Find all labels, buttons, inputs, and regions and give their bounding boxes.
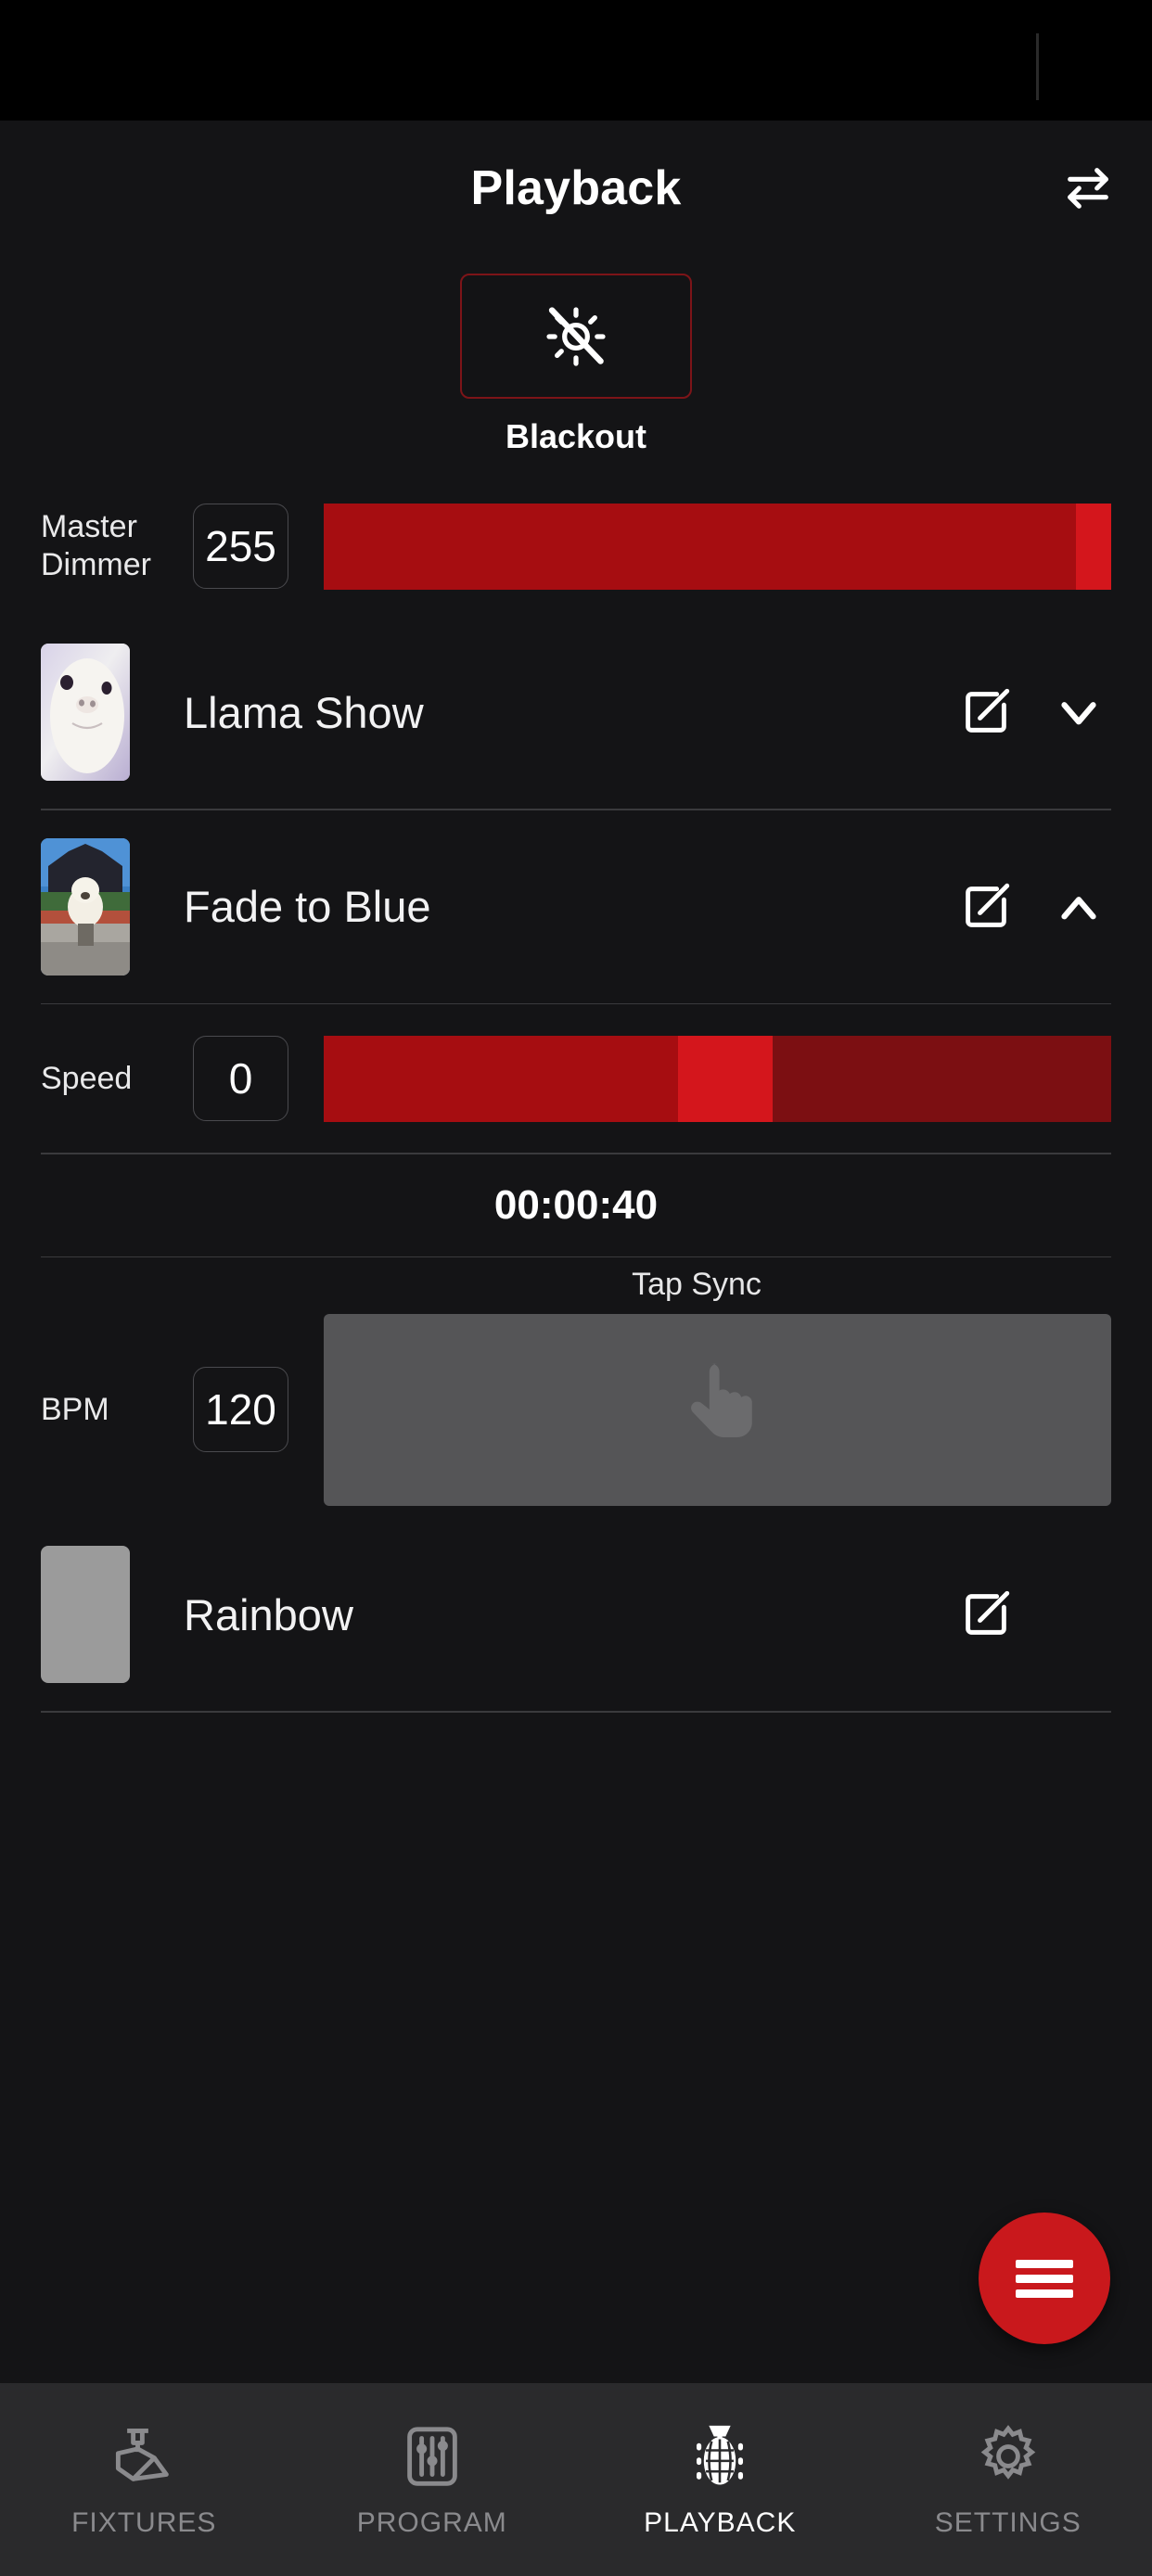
- bpm-row: BPM 120: [0, 1308, 1152, 1511]
- gray-swatch-thumbnail: [41, 1546, 130, 1683]
- speed-slider-fill: [324, 1035, 679, 1122]
- hamburger-menu-icon: [1016, 2253, 1073, 2304]
- master-dimmer-label-line1: Master: [41, 509, 137, 545]
- edit-pencil-icon[interactable]: [954, 874, 1018, 939]
- master-dimmer-label-line2: Dimmer: [41, 547, 151, 582]
- nav-label-program: PROGRAM: [356, 2507, 507, 2538]
- master-dimmer-slider[interactable]: [324, 503, 1111, 590]
- edit-pencil-icon[interactable]: [954, 680, 1018, 745]
- speed-label: Speed: [41, 1060, 133, 1096]
- nav-item-fixtures[interactable]: FIXTURES: [0, 2420, 288, 2539]
- menu-fab-button[interactable]: [979, 2213, 1110, 2344]
- bpm-label: BPM: [41, 1391, 109, 1427]
- chevron-up-icon[interactable]: [1046, 874, 1111, 939]
- page-title: Playback: [470, 160, 682, 215]
- nav-label-playback: PLAYBACK: [644, 2507, 797, 2538]
- main-content: Blackout Master Dimmer 255 Llama Show Fa…: [0, 255, 1152, 2383]
- sun-off-icon: [546, 306, 606, 366]
- nav-label-settings: SETTINGS: [934, 2507, 1082, 2538]
- app-screen: Playback Blackout Master Dimmer 255 Llam…: [0, 0, 1152, 2576]
- master-dimmer-row: Master Dimmer 255: [0, 477, 1152, 616]
- blackout-label: Blackout: [505, 417, 647, 455]
- app-header: Playback: [0, 121, 1152, 255]
- blackout-button[interactable]: [460, 274, 692, 399]
- scene-name: Fade to Blue: [184, 882, 431, 931]
- gear-icon: [980, 2425, 1036, 2480]
- edit-pencil-icon[interactable]: [954, 1582, 1018, 1647]
- tap-sync-label: Tap Sync: [632, 1267, 762, 1302]
- divider: [41, 1256, 1111, 1257]
- speed-slider[interactable]: [324, 1035, 1111, 1122]
- disco-ball-icon: [697, 2425, 744, 2485]
- playback-timer: 00:00:40: [493, 1181, 659, 1228]
- speed-value-input[interactable]: 0: [193, 1036, 288, 1121]
- dog-building-thumbnail: [41, 837, 130, 976]
- bottom-navigation: FIXTURES PROGRAM PLAYBACK SETTINGS: [0, 2383, 1152, 2576]
- timer-row: 00:00:40: [0, 1154, 1152, 1256]
- nav-item-settings[interactable]: SETTINGS: [864, 2420, 1152, 2539]
- nav-item-playback[interactable]: PLAYBACK: [576, 2420, 864, 2539]
- llama-face-thumbnail: [41, 644, 130, 781]
- speed-row: Speed 0: [0, 1004, 1152, 1153]
- scene-row[interactable]: Llama Show: [0, 616, 1152, 809]
- chevron-down-icon[interactable]: [1046, 680, 1111, 745]
- scene-name: Llama Show: [184, 687, 424, 737]
- master-dimmer-value-input[interactable]: 255: [193, 504, 288, 589]
- scene-name: Rainbow: [184, 1589, 353, 1639]
- tap-finger-icon: [690, 1363, 752, 1437]
- nav-item-program[interactable]: PROGRAM: [288, 2420, 577, 2539]
- scene-row[interactable]: Rainbow: [0, 1518, 1152, 1711]
- divider: [41, 1711, 1111, 1713]
- notch-divider: [1036, 33, 1039, 100]
- status-bar: [0, 0, 1152, 121]
- master-dimmer-label: Master Dimmer: [41, 508, 171, 584]
- speed-slider-thumb[interactable]: [678, 1035, 773, 1122]
- nav-label-fixtures: FIXTURES: [71, 2507, 217, 2538]
- master-dimmer-slider-fill: [324, 503, 1076, 590]
- bpm-value-input[interactable]: 120: [193, 1367, 288, 1452]
- moving-head-light-icon: [116, 2428, 170, 2481]
- master-dimmer-slider-thumb[interactable]: [1075, 503, 1111, 590]
- blackout-section: Blackout: [0, 274, 1152, 456]
- sliders-icon: [406, 2427, 457, 2486]
- scene-row[interactable]: Fade to Blue: [0, 810, 1152, 1003]
- swap-horizontal-icon[interactable]: [1059, 159, 1117, 217]
- tap-sync-button[interactable]: [324, 1313, 1111, 1506]
